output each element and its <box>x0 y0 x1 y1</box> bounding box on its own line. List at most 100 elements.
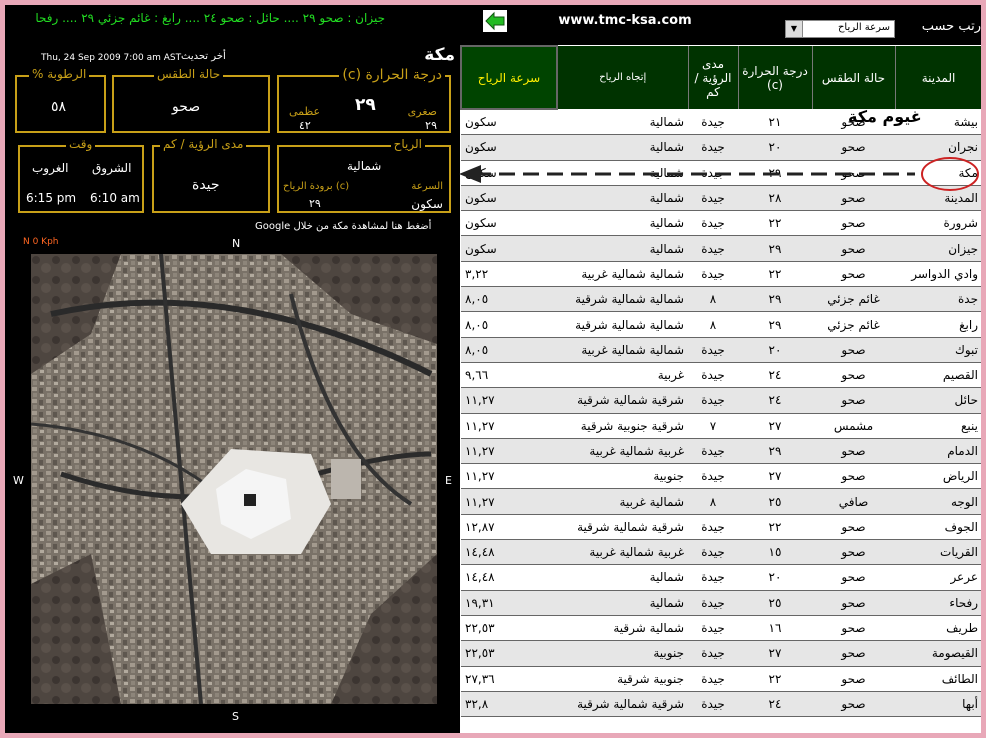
cell-wind-speed: ٢٢,٥٣ <box>461 615 557 642</box>
cell-city: تبوك <box>895 337 981 363</box>
back-button[interactable] <box>483 10 507 32</box>
cell-city: رفحاء <box>895 590 981 616</box>
cell-visibility: جيدة <box>688 210 738 237</box>
cell-temp: ٢٩ <box>738 235 812 262</box>
table-row[interactable]: الرياض صحو ٢٧ جيدة جنوبية ١١,٢٧ <box>461 463 981 490</box>
update-label: أخر تحديث <box>181 51 226 62</box>
green-arrow-icon <box>485 11 505 31</box>
cell-city: عرعر <box>895 564 981 591</box>
table-row[interactable]: جدة غائم جزئي ٢٩ ٨ شمالية شمالية شرقية ٨,٠٥ <box>461 286 981 313</box>
temperature-title: درجة الحرارة (c) <box>339 67 445 83</box>
cell-wind-dir: شمالية شرقية <box>557 615 688 642</box>
table-row[interactable]: رابغ غائم جزئي ٢٩ ٨ شمالية شمالية شرقية ٨,٠٥ <box>461 311 981 338</box>
cell-wind-speed: ٨,٠٥ <box>461 311 557 338</box>
sunset-value: 6:15 pm <box>26 191 77 205</box>
cell-visibility: جيدة <box>688 387 738 414</box>
table-row[interactable]: شرورة صحو ٢٢ جيدة شمالية سكون <box>461 210 981 237</box>
cell-visibility: جيدة <box>688 564 738 591</box>
cell-condition: صحو <box>812 539 895 566</box>
temperature-value: ٢٩ <box>355 95 376 115</box>
cell-temp: ٢٠ <box>738 564 812 591</box>
table-row[interactable]: الطائف صحو ٢٢ جيدة جنوبية شرقية ٢٧,٣٦ <box>461 666 981 692</box>
chevron-down-icon[interactable]: ▼ <box>786 21 803 37</box>
cell-wind-dir: جنوبية <box>557 640 688 667</box>
table-row[interactable]: الجوف صحو ٢٢ جيدة شرقية شمالية شرقية ١٢,٨٧ <box>461 514 981 541</box>
cell-city: الجوف <box>895 514 981 541</box>
condition-title: حالة الطقس <box>154 67 224 81</box>
cell-condition: صحو <box>812 337 895 363</box>
header-temperature[interactable]: درجة الحرارة (c) <box>738 46 813 109</box>
satellite-map[interactable] <box>31 254 437 704</box>
cell-wind-dir: شمالية <box>557 109 688 136</box>
compass-south: S <box>232 710 239 723</box>
table-row[interactable]: وادي الدواسر صحو ٢٢ جيدة شمالية شمالية غربية… <box>461 261 981 288</box>
cell-city: وادي الدواسر <box>895 261 981 288</box>
cell-temp: ٢٠ <box>738 337 812 363</box>
table-row[interactable]: ينبع مشمس ٢٧ ٧ شرقية جنوبية شرقية ١١,٢٧ <box>461 413 981 439</box>
update-date: Thu, 24 Sep 2009 7:00 am AST <box>41 53 182 63</box>
annotation-arrow <box>459 157 979 191</box>
city-title: مكة <box>424 45 455 65</box>
google-map-link[interactable]: أضغط هنا لمشاهدة مكة من خلال Google <box>255 221 431 232</box>
cell-condition: صحو <box>812 362 895 389</box>
table-row[interactable]: القيصومة صحو ٢٧ جيدة جنوبية ٢٢,٥٣ <box>461 640 981 667</box>
max-value: ٤٢ <box>299 119 311 132</box>
table-row[interactable]: القصيم صحو ٢٤ جيدة غربية ٩,٦٦ <box>461 362 981 389</box>
table-row[interactable]: الدمام صحو ٢٩ جيدة غربية شمالية غربية ١١,٢٧ <box>461 438 981 465</box>
cell-wind-dir: شرقية شمالية شرقية <box>557 691 688 718</box>
cell-wind-dir: شمالية <box>557 564 688 591</box>
wind-title: الرياح <box>390 137 425 151</box>
humidity-box: الرطوبة % ٥٨ <box>15 67 106 133</box>
cell-city: جدة <box>895 286 981 313</box>
cell-temp: ١٦ <box>738 615 812 642</box>
wind-chill-label: برودة الرياح (c) <box>283 181 350 192</box>
cell-temp: ٢٩ <box>738 311 812 338</box>
table-row[interactable]: أبها صحو ٢٤ جيدة شرقية شمالية شرقية ٣٢,٨ <box>461 691 981 718</box>
sunrise-label: الشروق <box>92 161 132 175</box>
cell-temp: ٢٢ <box>738 514 812 541</box>
header-wind-speed[interactable]: سرعة الرياح <box>460 45 558 110</box>
weather-ticker[interactable]: جيزان : صحو ٢٩ .... حائل : صحو ٢٤ .... ر… <box>5 11 385 25</box>
table-row[interactable]: حائل صحو ٢٤ جيدة شرقية شمالية شرقية ١١,٢٧ <box>461 387 981 414</box>
cell-condition: صحو <box>812 640 895 667</box>
min-value: ٢٩ <box>425 119 437 132</box>
cities-table: المدينة حالة الطقس درجة الحرارة (c) مدى … <box>460 45 981 733</box>
table-row[interactable]: جيزان صحو ٢٩ جيدة شمالية سكون <box>461 235 981 262</box>
cell-wind-dir: شمالية شمالية غربية <box>557 261 688 288</box>
cell-temp: ٢٤ <box>738 362 812 389</box>
table-row[interactable]: القريات صحو ١٥ جيدة غربية شمالية غربية ١٤,٤٨ <box>461 539 981 566</box>
cell-wind-dir: غربية <box>557 362 688 389</box>
cell-visibility: ٨ <box>688 488 738 515</box>
cell-wind-dir: شمالية شمالية غربية <box>557 337 688 363</box>
cell-temp: ٢٤ <box>738 387 812 414</box>
table-row[interactable]: تبوك صحو ٢٠ جيدة شمالية شمالية غربية ٨,٠٥ <box>461 337 981 363</box>
cell-condition: صحو <box>812 438 895 465</box>
cell-temp: ١٥ <box>738 539 812 566</box>
wind-direction: شمالية <box>347 159 382 173</box>
header-visibility[interactable]: مدى الرؤية / كم <box>688 46 739 109</box>
cell-city: الدمام <box>895 438 981 465</box>
sort-dropdown[interactable]: ▼ سرعة الرياح <box>785 20 895 38</box>
table-row[interactable]: الوجه صافي ٢٥ ٨ شمالية غربية ١١,٢٧ <box>461 488 981 515</box>
site-url[interactable]: www.tmc-ksa.com <box>525 13 725 28</box>
cell-wind-speed: ٢٧,٣٦ <box>461 666 557 692</box>
compass-west: W <box>13 474 24 487</box>
cell-condition: صحو <box>812 564 895 591</box>
cell-condition: صحو <box>812 261 895 288</box>
cell-wind-speed: ٣,٢٢ <box>461 261 557 288</box>
wind-speed-value: سكون <box>411 197 443 211</box>
header-wind-direction[interactable]: إتجاه الرياح <box>557 46 689 109</box>
compass-east: E <box>445 474 452 487</box>
table-row[interactable]: عرعر صحو ٢٠ جيدة شمالية ١٤,٤٨ <box>461 564 981 591</box>
cell-city: أبها <box>895 691 981 718</box>
cell-wind-speed: سكون <box>461 109 557 136</box>
table-row[interactable]: رفحاء صحو ٢٥ جيدة شمالية ١٩,٣١ <box>461 590 981 616</box>
cell-city: الرياض <box>895 463 981 490</box>
humidity-value: ٥٨ <box>51 99 67 115</box>
cell-wind-speed: ١٩,٣١ <box>461 590 557 616</box>
cell-condition: صحو <box>812 615 895 642</box>
table-row[interactable]: طريف صحو ١٦ جيدة شمالية شرقية ٢٢,٥٣ <box>461 615 981 642</box>
header-condition[interactable]: حالة الطقس <box>812 46 896 109</box>
header-city[interactable]: المدينة <box>895 46 981 109</box>
cell-city: القيصومة <box>895 640 981 667</box>
